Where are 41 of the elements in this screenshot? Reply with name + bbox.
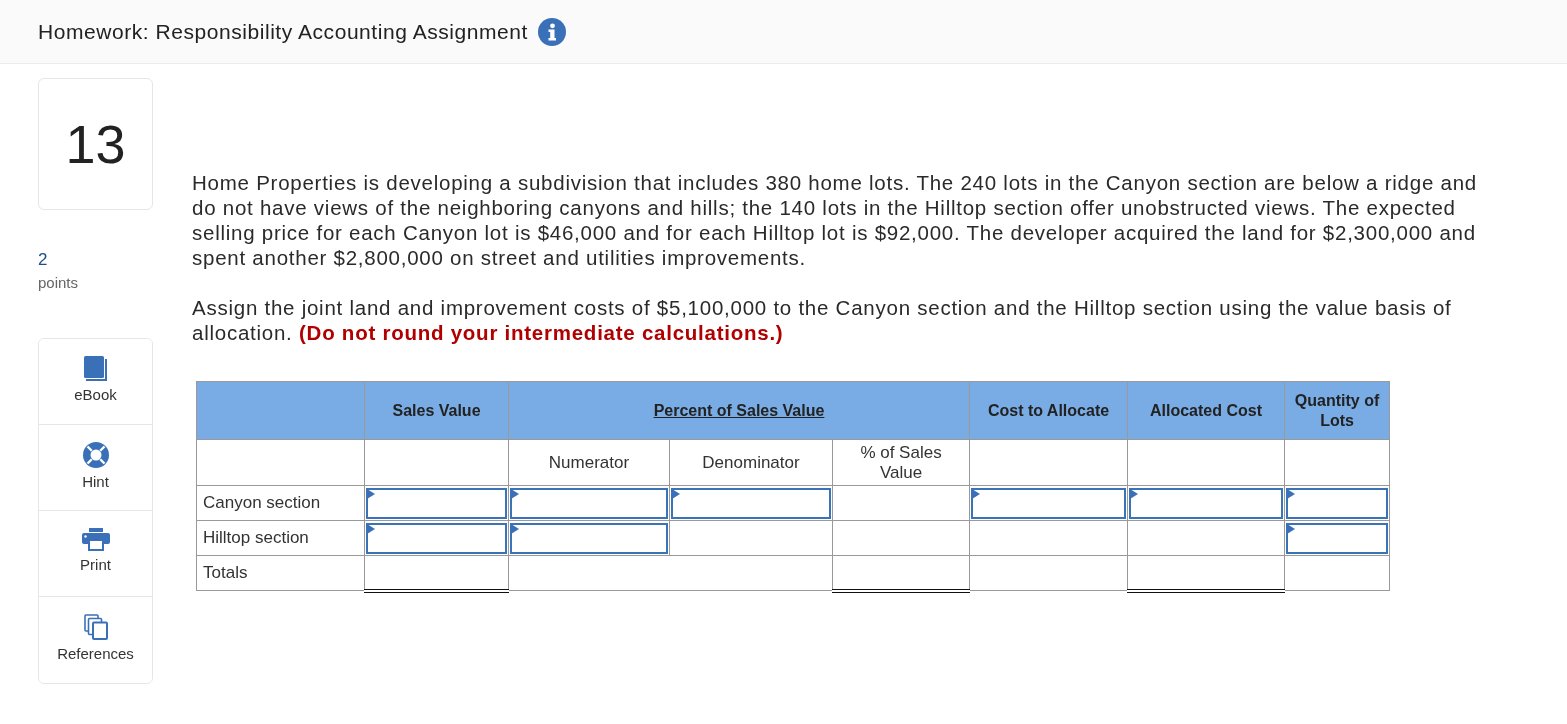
row-label: Hilltop section xyxy=(196,520,365,556)
question-number: 13 xyxy=(38,78,153,210)
column-header: Allocated Cost xyxy=(1127,381,1285,440)
input-field[interactable] xyxy=(1129,487,1283,519)
printer-icon xyxy=(81,528,110,551)
ebook-button[interactable]: eBook xyxy=(39,339,152,425)
info-icon[interactable] xyxy=(537,17,566,46)
assignment-title: Homework: Responsibility Accounting Assignment xyxy=(38,19,528,44)
column-subheader: % of Sales Value xyxy=(832,439,970,486)
column-header: Cost to Allocate xyxy=(969,381,1128,440)
points-value: 2 xyxy=(38,250,49,270)
column-subheader: Numerator xyxy=(508,439,670,486)
column-group-header: Percent of Sales Value xyxy=(508,381,970,440)
input-field[interactable] xyxy=(366,487,507,519)
corner-marker-icon xyxy=(672,488,680,499)
input-field[interactable] xyxy=(1286,487,1388,519)
corner-marker-icon xyxy=(972,488,980,499)
input-field[interactable] xyxy=(366,522,507,554)
problem-text: Home Properties is developing a subdivision that includes 380 home lots. The 240 lots in the Canyon section are below a ridge and do not have views of the neighboring canyons and hills; the 140 lots in the Hilltop section offer unobstructed views. The expected selling price for each Canyon lot is $46,000 and for each Hilltop lot is $92,000. The developer acquired the land for $2,300,000 and spent another $2,800,000 on street and utilities improvements. xyxy=(192,170,1478,270)
book-icon xyxy=(84,356,107,381)
row-label: Canyon section xyxy=(196,485,365,521)
pages-icon xyxy=(83,614,108,640)
input-field[interactable] xyxy=(1286,522,1388,554)
input-field[interactable] xyxy=(671,487,831,519)
corner-marker-icon xyxy=(367,523,375,534)
corner-marker-icon xyxy=(367,488,375,499)
corner-marker-icon xyxy=(1130,488,1138,499)
problem-text: Assign the joint land and improvement costs of $5,100,000 to the Canyon section and the Hilltop section using the value basis of allocation. (Do not round your intermediate calculations.) xyxy=(192,295,1453,345)
lifebuoy-icon xyxy=(82,442,109,468)
column-header: Sales Value xyxy=(364,381,509,440)
input-field[interactable] xyxy=(510,522,668,554)
column-subheader: Denominator xyxy=(669,439,833,486)
corner-marker-icon xyxy=(511,488,519,499)
row-label: Totals xyxy=(196,555,365,591)
column-header: Quantity of Lots xyxy=(1284,381,1390,440)
corner-marker-icon xyxy=(511,523,519,534)
input-field[interactable] xyxy=(971,487,1126,519)
input-field[interactable] xyxy=(510,487,668,519)
points-label: points xyxy=(38,273,80,293)
corner-marker-icon xyxy=(1287,488,1295,499)
corner-marker-icon xyxy=(1287,523,1295,534)
